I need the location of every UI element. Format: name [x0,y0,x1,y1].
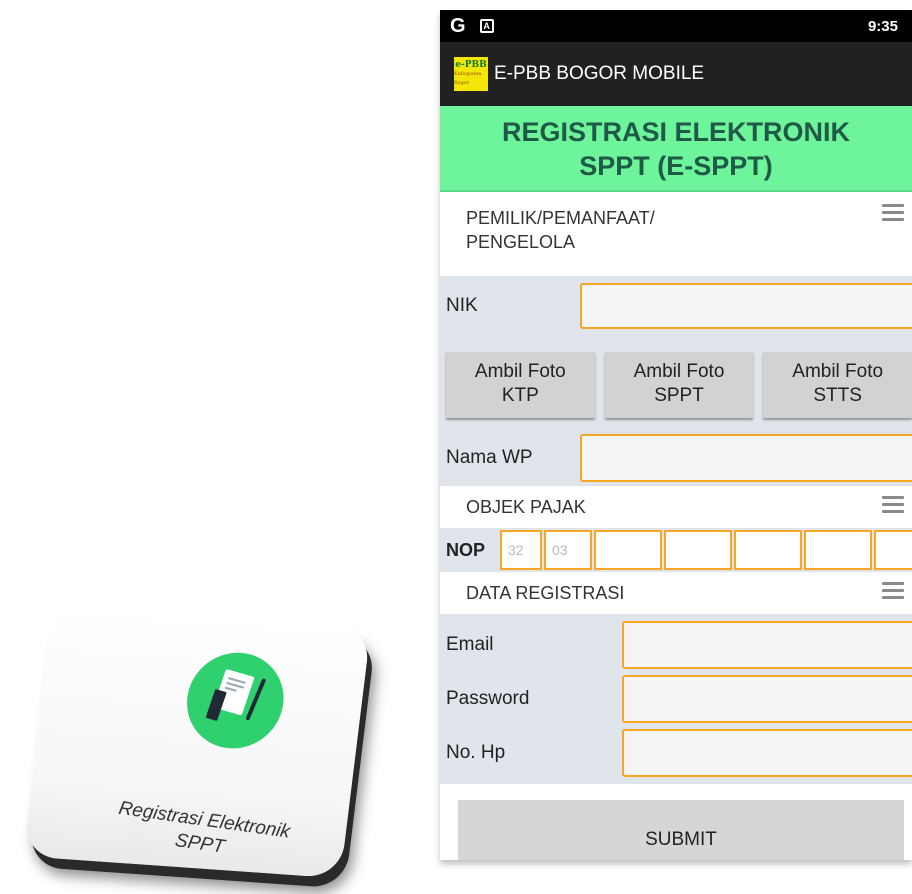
nik-label: NIK [446,295,478,316]
nop-input-district[interactable] [594,530,662,570]
phone-input[interactable] [622,729,912,777]
app-logo: e-PBB Kabupaten Bogor [454,57,488,91]
nama-wp-input[interactable] [580,434,912,482]
section-owner-line1: PEMILIK/PEMANFAAT/ [466,208,655,228]
password-row: Password [440,672,912,726]
nop-input-regency[interactable]: 03 [544,530,592,570]
nop-input-province[interactable]: 32 [500,530,542,570]
email-row: Email [440,618,912,672]
submit-button[interactable]: SUBMIT [458,800,904,860]
hamburger-menu-icon[interactable] [882,582,904,603]
banner-line1: REGISTRASI ELEKTRONIK [501,117,851,147]
registration-form: Email Password No. Hp [440,614,912,784]
nop-input-number[interactable] [804,530,872,570]
section-registration-header: DATA REGISTRASI [440,572,912,614]
phone-row: No. Hp [440,726,912,780]
banner-line2: SPPT (E-SPPT) [579,151,773,181]
nop-label: NOP [446,539,486,560]
section-owner-header: PEMILIK/PEMANFAAT/ PENGELOLA [440,192,912,276]
submit-area: SUBMIT [440,784,912,860]
hamburger-menu-icon[interactable] [882,204,904,225]
section-registration-title: DATA REGISTRASI [466,583,625,603]
password-label: Password [446,688,530,709]
section-object-header: OBJEK PAJAK [440,486,912,528]
nik-input[interactable] [580,283,912,329]
password-input[interactable] [622,675,912,723]
document-pen-icon [178,646,292,755]
email-label: Email [446,634,494,655]
nama-wp-label: Nama WP [446,447,533,468]
photo-buttons-row: Ambil Foto KTP Ambil Foto SPPT Ambil Foto S… [440,336,912,430]
email-input[interactable] [622,621,912,669]
status-time: 9:35 [867,17,898,35]
page-banner: REGISTRASI ELEKTRONIK SPPT (E-SPPT) [440,106,912,192]
phone-screen: G A 9:35 e-PBB Kabupaten Bogor E-PBB BOG… [440,10,912,860]
hamburger-menu-icon[interactable] [882,496,904,517]
notification-icon: A [479,19,494,33]
registration-tile[interactable]: Registrasi Elektronik SPPT [23,605,371,879]
registration-tile-wrap: Registrasi Elektronik SPPT [18,600,388,890]
google-icon: G [450,14,466,37]
app-bar: e-PBB Kabupaten Bogor E-PBB BOGOR MOBILE [440,42,912,106]
section-object-title: OBJEK PAJAK [466,497,586,517]
app-title: E-PBB BOGOR MOBILE [494,63,705,84]
nop-input-code[interactable] [874,530,912,570]
nop-input-block[interactable] [734,530,802,570]
nik-row: NIK [440,276,912,336]
phone-label: No. Hp [446,742,506,763]
take-photo-stts-button[interactable]: Ambil Foto STTS [763,352,912,418]
take-photo-ktp-button[interactable]: Ambil Foto KTP [446,352,595,418]
status-bar: G A 9:35 [440,10,912,42]
section-owner-line2: PENGELOLA [466,232,576,252]
nop-input-village[interactable] [664,530,732,570]
nop-row: NOP 32 03 [440,528,912,572]
nama-wp-row: Nama WP [440,430,912,486]
tile-label: Registrasi Elektronik SPPT [54,789,349,877]
take-photo-sppt-button[interactable]: Ambil Foto SPPT [604,352,754,418]
